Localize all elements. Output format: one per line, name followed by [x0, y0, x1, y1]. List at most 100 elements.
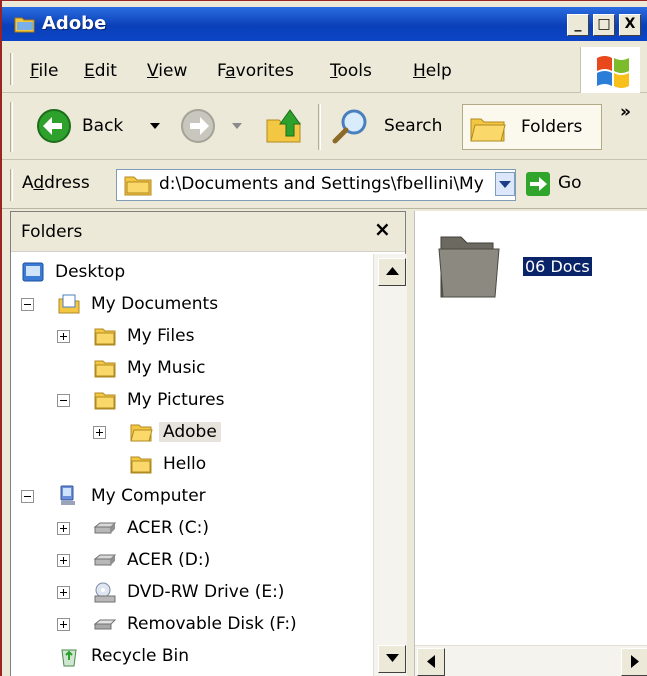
- tree-item[interactable]: My Pictures: [11, 386, 371, 416]
- tree-item-label: My Documents: [91, 294, 219, 314]
- maximize-button[interactable]: □: [593, 14, 615, 36]
- collapse-minus-icon[interactable]: [21, 490, 34, 503]
- up-arrow-icon: [386, 267, 399, 275]
- folder-icon: [94, 328, 116, 346]
- drive-icon: [93, 554, 117, 566]
- up-folder-icon[interactable]: [264, 106, 304, 146]
- windows-flag-icon: [597, 56, 629, 88]
- menu-grip[interactable]: [10, 53, 13, 85]
- tree-item-label: My Music: [127, 358, 206, 378]
- folders-pane-title: Folders: [21, 222, 83, 242]
- left-arrow-icon: [427, 655, 435, 668]
- tree-item[interactable]: DVD-RW Drive (E:): [11, 578, 371, 608]
- forward-dropdown-icon[interactable]: [232, 123, 242, 131]
- expand-plus-icon[interactable]: [93, 426, 106, 439]
- horizontal-scrollbar[interactable]: [415, 645, 647, 676]
- go-arrow-button[interactable]: [526, 172, 550, 196]
- search-label: Search: [384, 116, 443, 136]
- back-label: Back: [82, 116, 124, 136]
- expand-plus-icon[interactable]: [57, 522, 70, 535]
- expand-plus-icon[interactable]: [57, 586, 70, 599]
- expand-plus-icon[interactable]: [57, 618, 70, 631]
- toolbar-grip[interactable]: [10, 102, 13, 152]
- folders-pane: Folders × Desktop My Documents My Files My …: [10, 211, 407, 676]
- content-item-06-docs[interactable]: 06 Docs: [435, 231, 635, 305]
- tree-item-label: DVD-RW Drive (E:): [127, 582, 285, 602]
- tree-item[interactable]: My Computer: [11, 482, 371, 512]
- expand-plus-icon[interactable]: [57, 554, 70, 567]
- tree-item-label: ACER (C:): [127, 518, 210, 538]
- close-button[interactable]: X: [619, 14, 641, 36]
- minimize-button[interactable]: _: [567, 14, 589, 36]
- tree-item-label: Recycle Bin: [91, 646, 190, 666]
- windows-logo: [580, 47, 640, 93]
- menu-favorites[interactable]: Favorites: [217, 61, 294, 81]
- collapse-minus-icon[interactable]: [57, 394, 70, 407]
- menu-view[interactable]: View: [147, 61, 187, 81]
- tree-item[interactable]: Hello: [11, 450, 371, 480]
- folder-icon: [130, 456, 152, 474]
- menu-bar: File Edit View Favorites Tools Help: [2, 45, 647, 93]
- menu-edit[interactable]: Edit: [84, 61, 117, 81]
- tree-item-label: Adobe: [159, 422, 221, 442]
- toolbar-more-chevron[interactable]: »: [620, 102, 631, 122]
- expand-plus-icon[interactable]: [57, 330, 70, 343]
- menu-help[interactable]: Help: [413, 61, 452, 81]
- computer-icon: [60, 485, 75, 505]
- tree-item[interactable]: Removable Disk (F:): [11, 610, 371, 640]
- explorer-window: Adobe _ □ X File Edit View Favorites Too…: [0, 0, 647, 676]
- tree-item[interactable]: ACER (C:): [11, 514, 371, 544]
- drive-icon: [93, 522, 117, 534]
- content-pane: 06 Docs: [414, 211, 647, 676]
- address-input[interactable]: d:\Documents and Settings\fbellini\My: [116, 169, 516, 201]
- tree-item-label: My Pictures: [127, 390, 225, 410]
- collapse-minus-icon[interactable]: [21, 298, 34, 311]
- address-value: d:\Documents and Settings\fbellini\My: [159, 174, 484, 194]
- scroll-right-button[interactable]: [621, 648, 647, 676]
- tree-item[interactable]: My Documents: [11, 290, 371, 320]
- forward-button[interactable]: [180, 108, 250, 146]
- address-grip[interactable]: [10, 169, 13, 201]
- vertical-scrollbar[interactable]: [373, 254, 407, 676]
- tree-item[interactable]: My Music: [11, 354, 371, 384]
- folder-icon: [124, 176, 152, 196]
- menu-tools[interactable]: Tools: [330, 61, 372, 81]
- address-bar: Address d:\Documents and Settings\fbelli…: [2, 161, 647, 209]
- scroll-left-button[interactable]: [417, 648, 445, 676]
- menu-file[interactable]: File: [30, 61, 58, 81]
- my-documents-icon: [58, 294, 80, 314]
- down-arrow-icon: [386, 654, 399, 662]
- back-dropdown-icon[interactable]: [150, 123, 160, 131]
- dvd-drive-icon: [94, 582, 116, 603]
- folders-icon: [470, 118, 506, 142]
- tree-item[interactable]: ACER (D:): [11, 546, 371, 576]
- folder-icon: [94, 392, 116, 410]
- content-item-label: 06 Docs: [523, 257, 592, 276]
- folders-button[interactable]: Folders: [462, 104, 602, 150]
- folder-app-icon: [14, 17, 35, 33]
- folder-open-icon: [130, 424, 153, 442]
- title-bar[interactable]: Adobe _ □ X: [2, 7, 647, 41]
- removable-disk-icon: [93, 619, 117, 630]
- search-button[interactable]: Search: [332, 106, 452, 148]
- tree-item[interactable]: Recycle Bin: [11, 642, 371, 672]
- back-arrow-icon: [37, 109, 71, 143]
- folders-pane-header: Folders ×: [11, 212, 405, 252]
- address-label: Address: [22, 173, 90, 193]
- scroll-down-button[interactable]: [378, 645, 406, 673]
- folders-pane-close-button[interactable]: ×: [374, 217, 391, 241]
- tree-item[interactable]: Adobe: [11, 418, 371, 448]
- recycle-bin-icon: [61, 649, 77, 667]
- back-button[interactable]: Back: [36, 108, 172, 146]
- go-label[interactable]: Go: [558, 173, 582, 193]
- window-title: Adobe: [42, 13, 107, 34]
- standard-toolbar: Back Search Folders »: [2, 94, 647, 160]
- address-dropdown-button[interactable]: [495, 172, 515, 196]
- right-arrow-icon: [631, 655, 639, 668]
- tree-item[interactable]: My Files: [11, 322, 371, 352]
- desktop-icon: [22, 262, 44, 282]
- tree-item[interactable]: Desktop: [11, 258, 371, 288]
- scroll-up-button[interactable]: [378, 258, 406, 286]
- search-magnifier-icon: [332, 109, 367, 144]
- tree-item-label: ACER (D:): [127, 550, 211, 570]
